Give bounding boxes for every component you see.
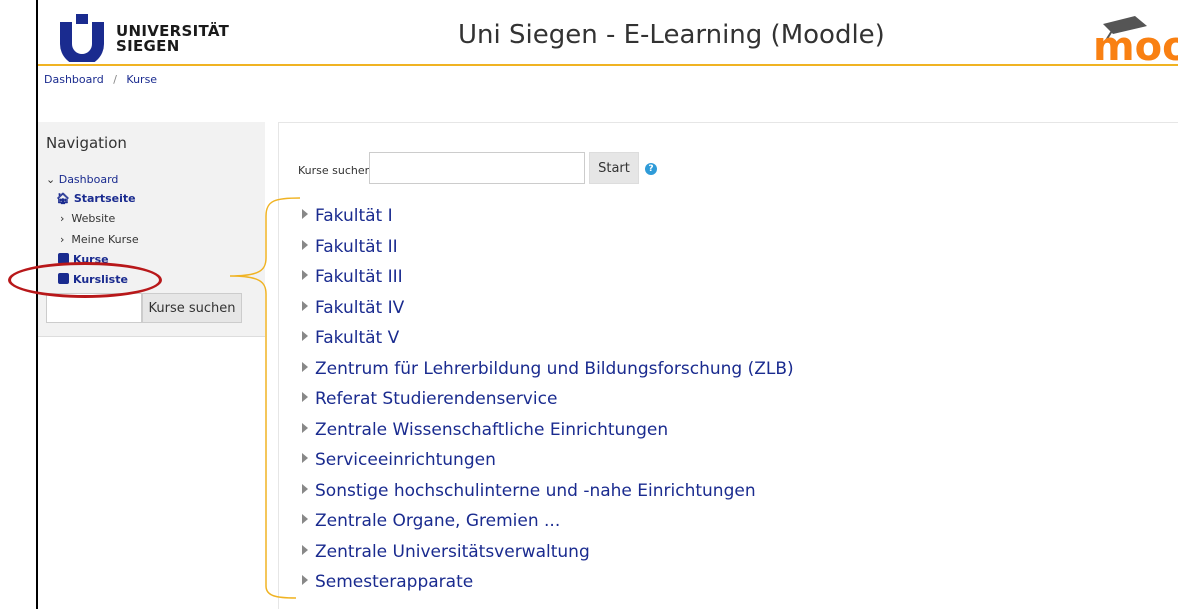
category-label[interactable]: Fakultät III (315, 267, 403, 287)
category-item[interactable]: Fakultät II (302, 237, 398, 257)
highlight-ellipse (8, 262, 162, 298)
expand-triangle-icon[interactable] (302, 422, 308, 433)
category-label[interactable]: Sonstige hochschulinterne und -nahe Einr… (315, 481, 756, 501)
category-item[interactable]: Serviceeinrichtungen (302, 450, 496, 470)
help-icon[interactable]: ? (645, 163, 657, 175)
category-item[interactable]: Sonstige hochschulinterne und -nahe Einr… (302, 481, 756, 501)
nav-item-website-label: Website (71, 212, 116, 225)
chevron-down-icon: ⌄ (46, 173, 56, 186)
logo-line-2: SIEGEN (116, 37, 180, 55)
expand-triangle-icon[interactable] (302, 361, 308, 372)
expand-triangle-icon[interactable] (302, 544, 308, 555)
category-label[interactable]: Referat Studierendenservice (315, 389, 557, 409)
category-label[interactable]: Zentrale Universitätsverwaltung (315, 542, 590, 562)
site-title: Uni Siegen - E-Learning (Moodle) (458, 20, 885, 50)
category-item[interactable]: Referat Studierendenservice (302, 389, 557, 409)
expand-triangle-icon[interactable] (302, 300, 308, 311)
category-item[interactable]: Zentrale Wissenschaftliche Einrichtungen (302, 420, 668, 440)
chevron-right-icon: › (60, 212, 65, 225)
start-button[interactable]: Start (589, 152, 639, 184)
nav-item-startseite[interactable]: 🏠︎ Startseite (56, 192, 136, 205)
expand-triangle-icon[interactable] (302, 392, 308, 402)
nav-item-meine-kurse[interactable]: › Meine Kurse (60, 233, 139, 246)
moodle-cap-icon: moo (1093, 16, 1178, 66)
category-item[interactable]: Fakultät III (302, 267, 403, 287)
category-label[interactable]: Serviceeinrichtungen (315, 450, 496, 470)
moodle-logo: moo (1083, 16, 1178, 66)
bracket-annotation (229, 197, 301, 599)
category-item[interactable]: Fakultät IV (302, 298, 404, 318)
breadcrumb-dashboard[interactable]: Dashboard (44, 73, 104, 86)
category-label[interactable]: Fakultät V (315, 328, 399, 348)
category-item[interactable]: Zentrum für Lehrerbildung und Bildungsfo… (302, 359, 794, 379)
course-search-input[interactable] (369, 152, 585, 184)
category-item[interactable]: Zentrale Organe, Gremien ... (302, 511, 560, 531)
category-label[interactable]: Fakultät II (315, 237, 398, 257)
home-icon: 🏠︎ (56, 192, 70, 205)
category-label[interactable]: Fakultät IV (315, 298, 404, 318)
nav-item-dashboard[interactable]: ⌄ Dashboard (46, 173, 118, 186)
expand-triangle-icon[interactable] (302, 453, 308, 463)
category-item[interactable]: Semesterapparate (302, 572, 473, 592)
expand-triangle-icon[interactable] (302, 270, 308, 280)
nav-item-meine-kurse-label: Meine Kurse (71, 233, 139, 246)
expand-triangle-icon[interactable] (302, 239, 308, 250)
nav-item-dashboard-label: Dashboard (58, 173, 119, 186)
breadcrumb-kurse[interactable]: Kurse (126, 73, 157, 86)
category-label[interactable]: Zentrale Organe, Gremien ... (315, 511, 560, 531)
breadcrumb: Dashboard / Kurse (44, 73, 157, 86)
breadcrumb-separator: / (113, 73, 117, 86)
category-label[interactable]: Zentrale Wissenschaftliche Einrichtungen (315, 420, 668, 440)
category-label[interactable]: Fakultät I (315, 206, 393, 226)
category-item[interactable]: Fakultät I (302, 206, 393, 226)
chevron-right-icon: › (60, 233, 65, 246)
expand-triangle-icon[interactable] (302, 483, 308, 494)
nav-item-website[interactable]: › Website (60, 212, 115, 225)
expand-triangle-icon[interactable] (302, 514, 308, 524)
category-item[interactable]: Zentrale Universitätsverwaltung (302, 542, 590, 562)
university-logo-icon (60, 14, 104, 62)
expand-triangle-icon[interactable] (302, 209, 308, 219)
expand-triangle-icon[interactable] (302, 331, 308, 341)
category-label[interactable]: Semesterapparate (315, 572, 473, 592)
site-header: UNIVERSITÄT SIEGEN Uni Siegen - E-Learni… (38, 6, 1178, 66)
university-logo-text: UNIVERSITÄT SIEGEN (116, 24, 229, 54)
navigation-title: Navigation (46, 134, 127, 152)
category-label[interactable]: Zentrum für Lehrerbildung und Bildungsfo… (315, 359, 794, 379)
category-item[interactable]: Fakultät V (302, 328, 399, 348)
course-search-label: Kurse suchen (298, 164, 372, 177)
moodle-logo-text: moo (1093, 24, 1178, 66)
nav-item-startseite-label: Startseite (73, 192, 136, 205)
expand-triangle-icon[interactable] (302, 575, 308, 585)
